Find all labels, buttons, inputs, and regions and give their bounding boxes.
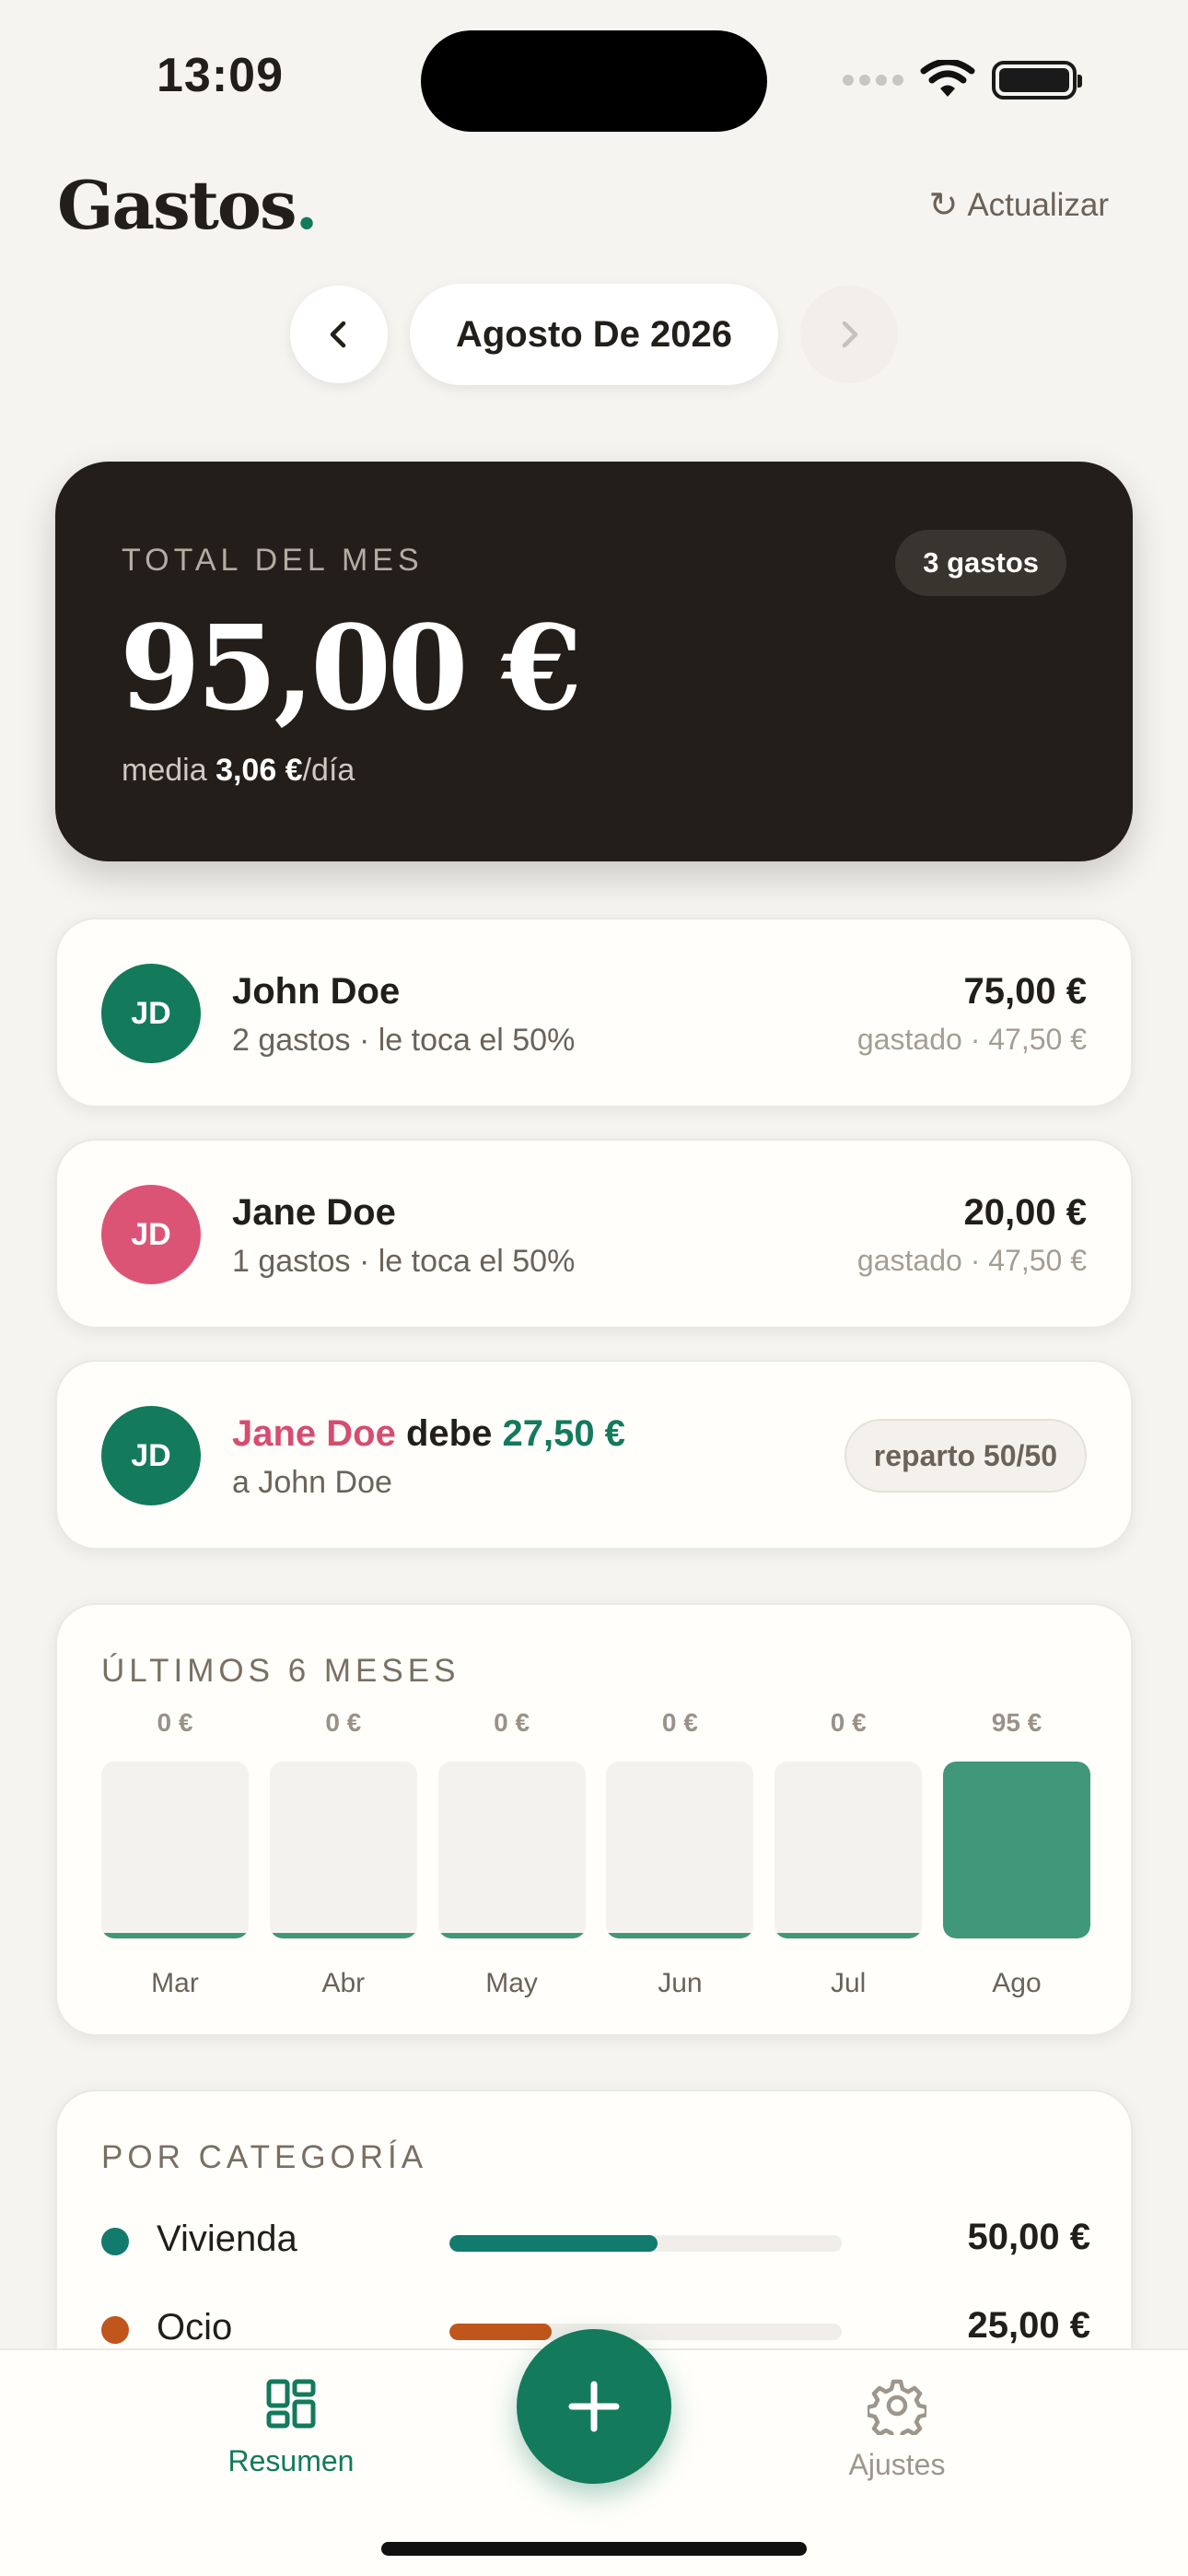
daily-average: media 3,06 €/día <box>122 753 355 789</box>
app-title-dot: . <box>295 166 319 244</box>
debtor-name: Jane Doe <box>232 1413 396 1454</box>
total-label: TOTAL DEL MES <box>122 543 424 578</box>
person-amount: 20,00 € <box>963 1192 1087 1233</box>
category-row[interactable]: Vivienda 50,00 € <box>101 2213 1090 2268</box>
status-time: 13:09 <box>157 49 284 102</box>
wifi-icon <box>920 60 975 97</box>
person-name: Jane Doe <box>232 1192 396 1233</box>
bar <box>775 1933 923 1938</box>
current-month[interactable]: Agosto De 2026 <box>409 284 779 385</box>
split-badge[interactable]: reparto 50/50 <box>844 1419 1087 1493</box>
bar-category-label: Jul <box>831 1968 867 1998</box>
dynamic-island <box>421 30 767 132</box>
bar <box>269 1933 417 1938</box>
debt-verb: debe <box>405 1413 493 1454</box>
monthly-chart-card: ÚLTIMOS 6 MESES 0 € Mar 0 € Abr 0 € May 0 € Jun… <box>55 1603 1133 2036</box>
chevron-right-icon <box>842 321 858 348</box>
bar-category-label: Mar <box>151 1968 199 1998</box>
month-total-card: TOTAL DEL MES 3 gastos 95,00 € media 3,0… <box>55 462 1133 861</box>
dashboard-icon <box>266 2379 316 2429</box>
app-title: Gastos. <box>57 166 319 244</box>
category-name: Vivienda <box>157 2219 297 2259</box>
bar-track <box>437 1762 586 1938</box>
bar <box>606 1933 754 1938</box>
avatar: JD <box>101 964 201 1063</box>
category-amount: 25,00 € <box>967 2305 1090 2346</box>
bar-category-label: Ago <box>992 1968 1042 1998</box>
bar-track <box>269 1762 417 1938</box>
category-amount: 50,00 € <box>967 2217 1090 2257</box>
debt-amount: 27,50 € <box>502 1413 625 1454</box>
refresh-label: Actualizar <box>967 186 1109 223</box>
refresh-icon: ↻ <box>928 186 959 225</box>
category-title: POR CATEGORÍA <box>101 2139 428 2175</box>
refresh-button[interactable]: ↻ Actualizar <box>928 184 1109 226</box>
creditor-name: a John Doe <box>232 1465 392 1500</box>
status-icons <box>843 57 1082 103</box>
category-progress <box>449 2235 842 2252</box>
bar-category-label: May <box>485 1968 538 1998</box>
bar-value-label: 95 € <box>991 1708 1042 1737</box>
person-card-jane[interactable]: JD Jane Doe 1 gastos · le toca el 50% 20… <box>55 1139 1133 1329</box>
bar-value-label: 0 € <box>157 1708 193 1737</box>
person-spent: gastado · 47,50 € <box>856 1244 1087 1277</box>
bar-track <box>606 1762 754 1938</box>
bar-track <box>101 1762 249 1938</box>
battery-icon <box>992 61 1082 100</box>
avatar: JD <box>101 1185 201 1284</box>
next-month-button[interactable] <box>800 286 899 383</box>
plus-icon <box>568 2381 620 2432</box>
signal-icon <box>843 75 903 86</box>
category-progress-fill <box>449 2235 658 2252</box>
tab-summary[interactable]: Resumen <box>190 2376 392 2478</box>
bar-value-label: 0 € <box>661 1708 698 1737</box>
home-indicator <box>381 2542 807 2556</box>
person-amount: 75,00 € <box>963 971 1087 1012</box>
app-title-text: Gastos <box>57 166 297 244</box>
category-dot <box>101 2228 129 2255</box>
bar-track <box>775 1762 923 1938</box>
daily-average-prefix: media <box>122 753 216 788</box>
category-progress-fill <box>449 2324 552 2340</box>
person-card-john[interactable]: JD John Doe 2 gastos · le toca el 50% 75… <box>55 918 1133 1107</box>
bar-value-label: 0 € <box>494 1708 530 1737</box>
settlement-card[interactable]: JD Jane Doe debe 27,50 € a John Doe repa… <box>55 1360 1133 1550</box>
bar-value-label: 0 € <box>830 1708 867 1737</box>
avatar: JD <box>101 1406 201 1505</box>
person-share: 1 gastos · le toca el 50% <box>232 1244 576 1279</box>
add-expense-button[interactable] <box>517 2329 671 2484</box>
category-dot <box>101 2316 129 2344</box>
bar <box>437 1933 586 1938</box>
bar-track <box>943 1762 1090 1938</box>
previous-month-button[interactable] <box>289 286 388 383</box>
chart-title: ÚLTIMOS 6 MESES <box>101 1653 460 1689</box>
daily-average-suffix: /día <box>302 753 355 788</box>
bar-category-label: Jun <box>658 1968 703 1998</box>
bar-value-label: 0 € <box>325 1708 362 1737</box>
chevron-left-icon <box>330 321 346 348</box>
tab-settings-label: Ajustes <box>848 2448 946 2481</box>
expense-count-badge: 3 gastos <box>895 530 1066 596</box>
gear-icon <box>868 2379 926 2435</box>
bar-category-label: Abr <box>321 1968 366 1998</box>
daily-average-value: 3,06 € <box>215 753 303 788</box>
bar <box>101 1933 249 1938</box>
debt-summary: Jane Doe debe 27,50 € <box>232 1413 625 1455</box>
tab-summary-label: Resumen <box>227 2444 355 2477</box>
total-amount: 95,00 € <box>120 600 582 736</box>
tab-settings[interactable]: Ajustes <box>796 2376 998 2482</box>
person-name: John Doe <box>232 971 401 1012</box>
category-name: Ocio <box>157 2307 233 2348</box>
bar <box>943 1762 1090 1938</box>
person-spent: gastado · 47,50 € <box>856 1023 1087 1056</box>
category-progress <box>449 2324 842 2340</box>
person-share: 2 gastos · le toca el 50% <box>232 1023 576 1058</box>
monthly-bar-chart: 0 € Mar 0 € Abr 0 € May 0 € Jun 0 € Jul 95 € Ago <box>101 1708 1090 2003</box>
month-navigation: Agosto De 2026 <box>0 284 1188 385</box>
